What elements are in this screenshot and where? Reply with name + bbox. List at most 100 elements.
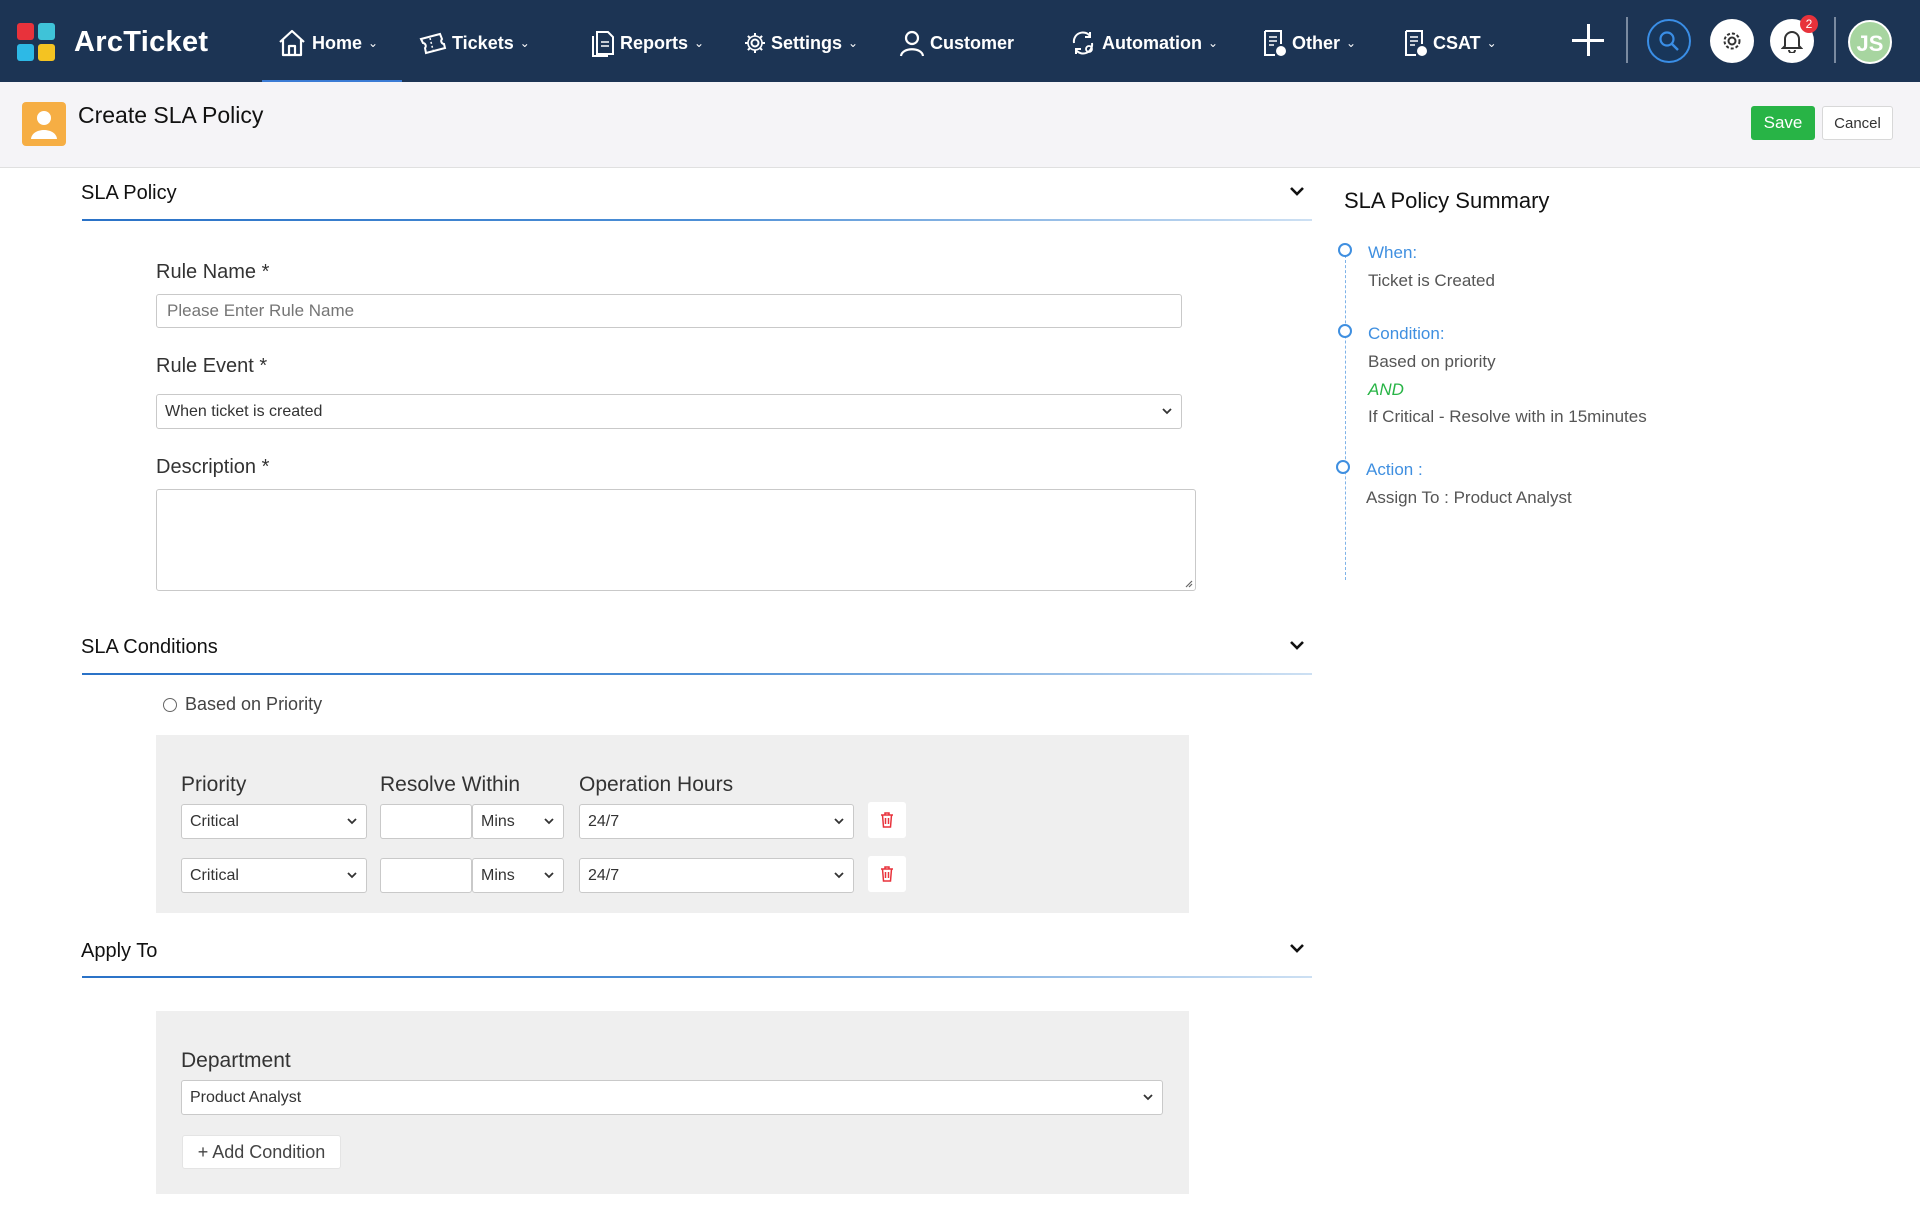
top-nav: ArcTicket Home ⌄ Tickets ⌄ Reports ⌄ Set… — [0, 0, 1920, 82]
chevron-down-icon[interactable] — [1287, 635, 1307, 655]
section-divider — [82, 673, 1312, 675]
chevron-down-icon[interactable] — [1287, 181, 1307, 201]
resolve-unit-value: Mins — [481, 866, 515, 884]
nav-other-label: Other — [1292, 32, 1341, 53]
page-title: Create SLA Policy — [78, 102, 264, 128]
summary-condition-value: Based on priority — [1368, 352, 1496, 371]
nav-reports[interactable]: Reports ⌄ — [588, 26, 704, 60]
chevron-down-icon[interactable] — [1287, 938, 1307, 958]
nav-customer-label: Customer — [930, 32, 1015, 53]
rule-name-input[interactable] — [156, 294, 1182, 328]
nav-automation-label: Automation — [1102, 32, 1202, 53]
summary-action-value: Assign To : Product Analyst — [1366, 488, 1572, 507]
nav-settings[interactable]: Settings ⌄ — [743, 26, 858, 60]
nav-csat-label: CSAT — [1433, 32, 1481, 53]
resolve-unit-value: Mins — [481, 812, 515, 830]
delete-row-button[interactable] — [868, 802, 906, 838]
user-icon — [22, 102, 66, 146]
col-header-priority: Priority — [181, 773, 247, 796]
rule-event-select[interactable]: When ticket is created — [156, 394, 1182, 429]
search-button[interactable] — [1647, 19, 1691, 63]
priority-value: Critical — [190, 866, 239, 884]
save-button[interactable]: Save — [1751, 106, 1815, 140]
department-select[interactable]: Product Analyst — [181, 1080, 1163, 1115]
chevron-down-icon — [1143, 1094, 1153, 1101]
nav-settings-label: Settings — [771, 32, 843, 53]
nav-tickets[interactable]: Tickets ⌄ — [418, 26, 530, 60]
chevron-down-icon — [834, 818, 844, 825]
resolve-unit-select[interactable]: Mins — [472, 858, 564, 893]
chevron-down-icon — [544, 872, 554, 879]
cancel-button[interactable]: Cancel — [1822, 106, 1893, 140]
home-icon — [279, 29, 305, 57]
add-condition-button[interactable]: + Add Condition — [182, 1135, 341, 1169]
resolve-within-input[interactable] — [380, 804, 472, 839]
delete-row-button[interactable] — [868, 856, 906, 892]
department-label: Department — [181, 1049, 291, 1072]
nav-csat[interactable]: CSAT ⌄ — [1403, 26, 1497, 60]
department-value: Product Analyst — [190, 1088, 302, 1106]
nav-home[interactable]: Home ⌄ — [276, 26, 378, 60]
section-title-sla-conditions: SLA Conditions — [81, 636, 218, 658]
priority-select[interactable]: Critical — [181, 858, 367, 893]
section-divider — [82, 219, 1312, 221]
radio-label: Based on Priority — [185, 694, 323, 714]
priority-value: Critical — [190, 812, 239, 830]
timeline-dot — [1336, 460, 1350, 474]
chevron-down-icon — [347, 818, 357, 825]
nav-customer[interactable]: Customer — [898, 26, 1014, 60]
description-textarea[interactable] — [156, 489, 1196, 591]
brand-name: ArcTicket — [74, 26, 209, 58]
nav-tickets-label: Tickets — [452, 32, 514, 53]
nav-home-label: Home — [312, 32, 363, 53]
summary-condition-detail: If Critical - Resolve with in 15minutes — [1368, 407, 1647, 426]
chevron-down-icon: ⌄ — [848, 36, 859, 50]
user-icon — [899, 30, 925, 57]
notification-badge: 2 — [1800, 15, 1818, 33]
chevron-down-icon — [347, 872, 357, 879]
gear-icon — [1723, 32, 1741, 50]
nav-divider — [1834, 17, 1836, 63]
section-divider — [82, 976, 1312, 978]
operation-hours-select[interactable]: 24/7 — [579, 804, 854, 839]
resolve-unit-select[interactable]: Mins — [472, 804, 564, 839]
chevron-down-icon: ⌄ — [1346, 36, 1357, 50]
rule-event-label: Rule Event * — [156, 355, 268, 377]
section-title-sla-policy: SLA Policy — [81, 182, 177, 204]
survey-icon — [1405, 30, 1427, 56]
chevron-down-icon: ⌄ — [1207, 36, 1219, 50]
nav-reports-label: Reports — [620, 32, 689, 53]
operation-hours-select[interactable]: 24/7 — [579, 858, 854, 893]
section-title-apply-to: Apply To — [81, 940, 158, 962]
avatar[interactable]: JS — [1848, 20, 1892, 64]
settings-button[interactable] — [1710, 19, 1754, 63]
document-icon — [1264, 30, 1286, 56]
page-header: Create SLA Policy Save Cancel — [0, 82, 1920, 168]
summary-title: SLA Policy Summary — [1344, 188, 1550, 213]
timeline-dot — [1338, 324, 1352, 338]
nav-automation[interactable]: Automation ⌄ — [1068, 26, 1218, 60]
search-icon — [1659, 31, 1679, 51]
radio-button[interactable] — [163, 697, 177, 712]
summary-condition-label: Condition: — [1368, 324, 1445, 343]
nav-divider — [1626, 17, 1628, 63]
nav-other[interactable]: Other ⌄ — [1262, 26, 1356, 60]
gear-icon — [745, 33, 765, 53]
bell-icon — [1781, 31, 1803, 53]
logo-icon — [17, 23, 57, 63]
rule-event-value: When ticket is created — [165, 402, 323, 420]
rule-name-label: Rule Name * — [156, 261, 270, 283]
operation-hours-value: 24/7 — [588, 866, 620, 884]
automation-icon — [1072, 31, 1094, 55]
timeline-connector — [1345, 250, 1346, 580]
add-new-button[interactable] — [1568, 20, 1608, 60]
priority-select[interactable]: Critical — [181, 804, 367, 839]
description-label: Description * — [156, 456, 270, 478]
based-on-priority-option[interactable]: Based on Priority — [163, 694, 322, 715]
resolve-within-input[interactable] — [380, 858, 472, 893]
chevron-down-icon — [1162, 408, 1172, 415]
resize-handle-icon[interactable] — [1183, 578, 1193, 588]
chevron-down-icon: ⌄ — [519, 36, 530, 50]
summary-and-label: AND — [1368, 380, 1404, 399]
col-header-operation-hours: Operation Hours — [579, 773, 734, 796]
